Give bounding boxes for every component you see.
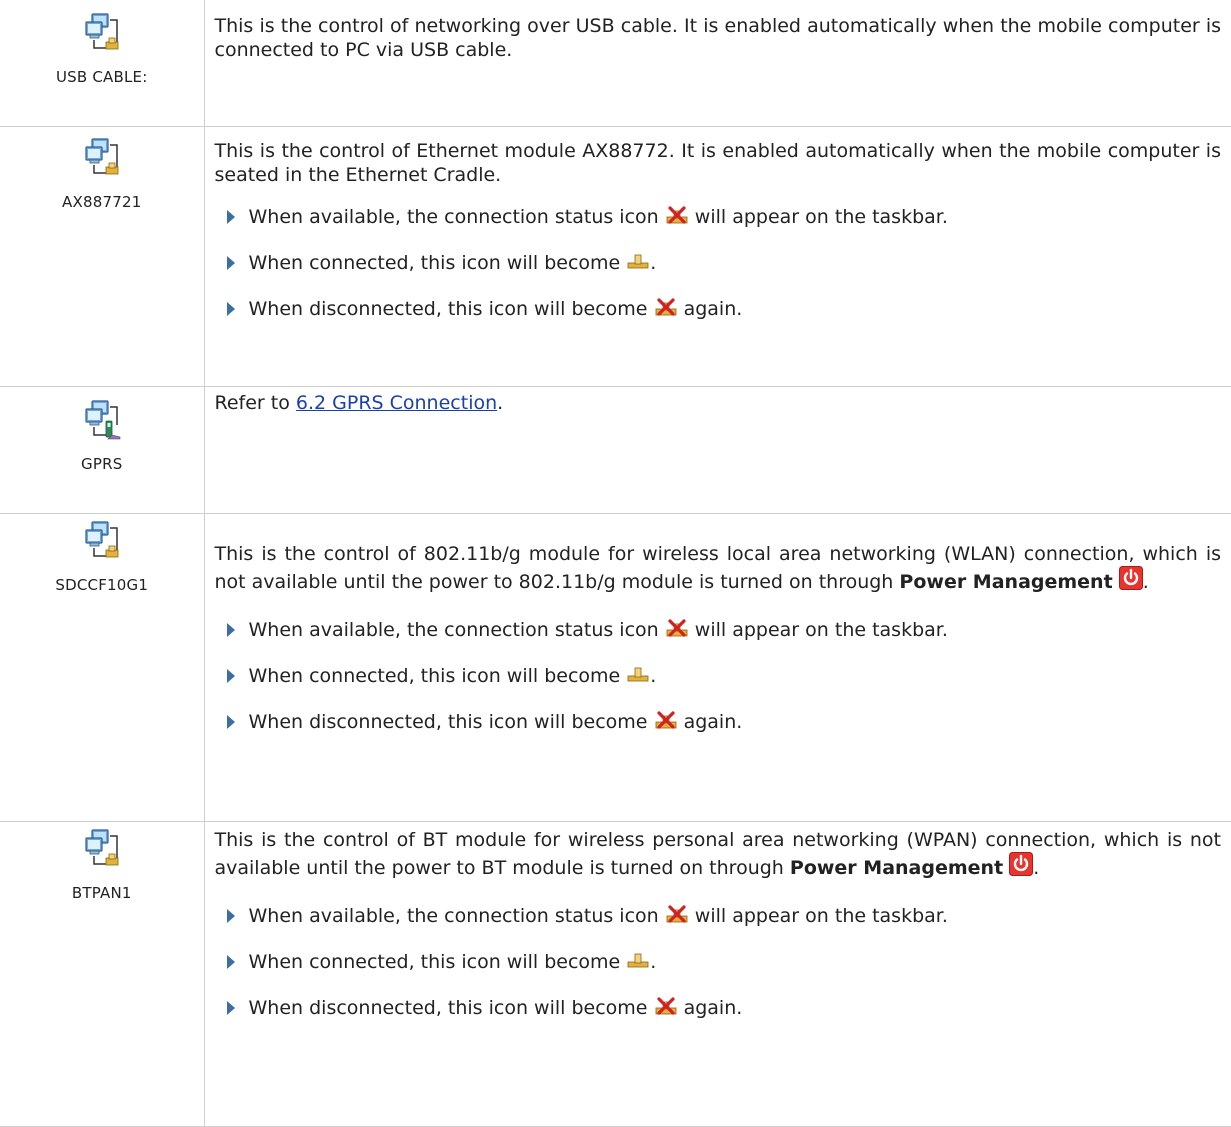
disconnected-status-icon — [665, 619, 689, 639]
bullet-text: again. — [683, 710, 743, 733]
device-label: GPRS — [81, 454, 123, 473]
bullet-icon — [226, 301, 235, 316]
bullet-text: When connected, this icon will become — [248, 251, 621, 274]
connected-status-icon — [626, 951, 650, 971]
description-text: Refer to 6.2 GPRS Connection. — [215, 391, 1222, 415]
refer-prefix: Refer to — [214, 391, 290, 414]
bullet-text: When available, the connection status ic… — [248, 618, 659, 641]
icon-cell: AX887721 — [0, 125, 205, 387]
bullet-text: again. — [683, 297, 743, 320]
icon-cell: USB CABLE: — [0, 0, 205, 127]
table-row-wlan: SDCCF10G1 This is the control of 802.11b… — [0, 512, 1231, 822]
bullet-icon — [226, 255, 235, 270]
bullet-text: When connected, this icon will become — [248, 950, 621, 973]
list-item: When connected, this icon will become . — [215, 251, 1222, 275]
list-item: When disconnected, this icon will become… — [215, 996, 1222, 1020]
network-wlan-icon — [82, 520, 122, 564]
device-label: SDCCF10G1 — [55, 575, 149, 594]
icon-cell: SDCCF10G1 — [0, 512, 205, 822]
bullet-icon — [226, 954, 235, 969]
bullet-icon — [226, 209, 235, 224]
description-cell: This is the control of Ethernet module A… — [203, 125, 1231, 387]
bullet-icon — [226, 908, 235, 923]
gprs-connection-link[interactable]: 6.2 GPRS Connection — [296, 392, 497, 414]
bullet-text: When disconnected, this icon will become — [248, 996, 648, 1019]
refer-suffix: . — [497, 391, 504, 414]
description-body: This is the control of BT module for wir… — [214, 828, 1222, 879]
description-text: This is the control of 802.11b/g module … — [215, 542, 1222, 594]
description-text: This is the control of networking over U… — [214, 15, 1222, 61]
table-row-bt: BTPAN1 This is the control of BT module … — [0, 820, 1231, 1127]
bullet-icon — [226, 714, 235, 729]
bullet-text: . — [650, 251, 657, 274]
bullet-text: . — [650, 664, 657, 687]
disconnected-status-icon — [654, 997, 678, 1017]
table-row-gprs: GPRS Refer to 6.2 GPRS Connection. — [0, 385, 1231, 514]
bullet-text: When connected, this icon will become — [248, 664, 621, 687]
network-controls-table: USB CABLE: This is the control of networ… — [0, 0, 1231, 1127]
connected-status-icon — [626, 252, 650, 272]
bullet-icon — [226, 622, 235, 637]
network-gprs-icon — [82, 399, 122, 443]
description-end: . — [1142, 570, 1149, 593]
bullet-icon — [226, 1000, 235, 1015]
device-label: AX887721 — [62, 192, 142, 211]
bullet-text: again. — [683, 996, 743, 1019]
list-item: When connected, this icon will become . — [215, 664, 1222, 688]
list-item: When available, the connection status ic… — [215, 205, 1222, 229]
bullet-text: When available, the connection status ic… — [248, 904, 659, 927]
device-label: USB CABLE: — [56, 68, 148, 86]
disconnected-status-icon — [654, 298, 678, 318]
disconnected-status-icon — [654, 711, 678, 731]
network-ethernet-icon — [82, 137, 122, 181]
bullet-text: will appear on the taskbar. — [694, 205, 948, 228]
disconnected-status-icon — [665, 206, 689, 226]
list-item: When available, the connection status ic… — [215, 618, 1222, 642]
bullet-text: . — [650, 950, 657, 973]
power-management-label: Power Management — [899, 570, 1113, 593]
bullet-text: will appear on the taskbar. — [694, 904, 948, 927]
device-label: BTPAN1 — [71, 883, 132, 902]
description-cell: Refer to 6.2 GPRS Connection. — [203, 385, 1231, 514]
bullet-icon — [226, 668, 235, 683]
list-item: When disconnected, this icon will become… — [215, 297, 1222, 321]
power-icon — [1009, 852, 1033, 876]
bullet-text: When disconnected, this icon will become — [248, 710, 648, 733]
icon-cell: BTPAN1 — [0, 820, 205, 1127]
power-management-label: Power Management — [789, 856, 1004, 879]
description-cell: This is the control of BT module for wir… — [203, 820, 1231, 1127]
table-row-usb: USB CABLE: This is the control of networ… — [0, 0, 1231, 127]
description-text: This is the control of Ethernet module A… — [214, 139, 1222, 186]
icon-cell: GPRS — [0, 385, 205, 514]
connected-status-icon — [626, 665, 650, 685]
description-cell: This is the control of 802.11b/g module … — [203, 512, 1231, 822]
description-end: . — [1033, 856, 1040, 879]
disconnected-status-icon — [665, 905, 689, 925]
network-usb-icon — [82, 12, 122, 56]
description-cell: This is the control of networking over U… — [203, 0, 1231, 127]
power-icon — [1119, 566, 1143, 590]
bullet-text: will appear on the taskbar. — [694, 618, 948, 641]
list-item: When disconnected, this icon will become… — [215, 710, 1222, 734]
description-text: This is the control of BT module for wir… — [215, 828, 1222, 880]
list-item: When connected, this icon will become . — [215, 950, 1222, 974]
table-row-ethernet: AX887721 This is the control of Ethernet… — [0, 125, 1231, 387]
bullet-text: When disconnected, this icon will become — [248, 297, 648, 320]
bullet-text: When available, the connection status ic… — [248, 205, 659, 228]
list-item: When available, the connection status ic… — [215, 904, 1222, 928]
network-bt-icon — [82, 828, 122, 872]
